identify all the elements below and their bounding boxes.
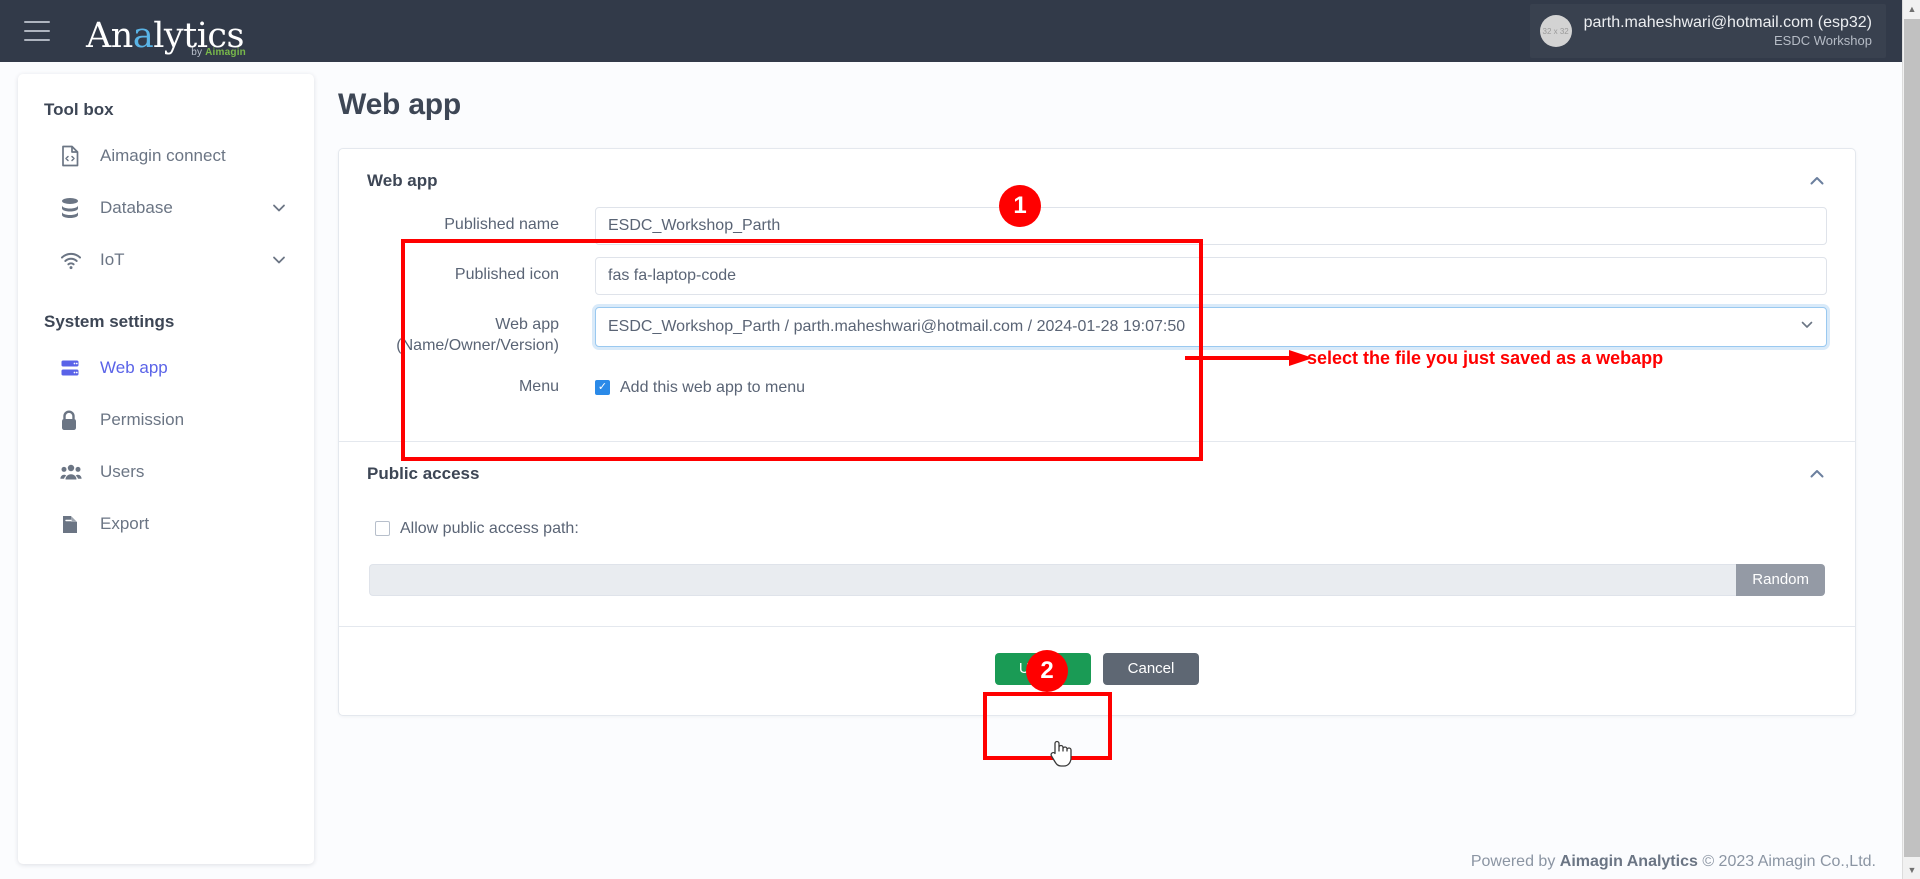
brand-prefix: An bbox=[86, 16, 133, 56]
published-name-field-wrap bbox=[595, 207, 1827, 245]
cancel-button[interactable]: Cancel bbox=[1103, 652, 1199, 685]
random-button[interactable]: Random bbox=[1736, 563, 1825, 596]
lock-icon bbox=[60, 410, 86, 431]
sidebar-item-database[interactable]: Database bbox=[18, 182, 314, 234]
allow-public-access-label[interactable]: Allow public access path: bbox=[400, 520, 579, 538]
sidebar-item-permission[interactable]: Permission bbox=[18, 394, 314, 446]
sidebar-item-label: Users bbox=[100, 462, 145, 481]
export-file-icon bbox=[60, 514, 86, 535]
app-root: Analytics by Aimagin 32 x 32 parth.mahes… bbox=[0, 0, 1920, 879]
brand-tagline: by Aimagin bbox=[191, 47, 246, 58]
sidebar-group-title: System settings bbox=[44, 312, 175, 331]
chevron-down-icon[interactable] bbox=[270, 251, 288, 269]
webapp-card: Web app Published name Published icon bbox=[338, 148, 1856, 716]
footer: Powered by Aimagin Analytics © 2023 Aima… bbox=[1471, 853, 1876, 871]
webapp-select-label-line1: Web app bbox=[495, 316, 559, 333]
add-to-menu-checkbox[interactable]: ✓ bbox=[595, 380, 610, 396]
menu-checkbox-row: ✓ Add this web app to menu bbox=[595, 369, 1827, 407]
database-icon bbox=[60, 197, 86, 219]
webapp-select-field-wrap: ESDC_Workshop_Parth / parth.maheshwari@h… bbox=[595, 307, 1827, 347]
user-account-chip[interactable]: 32 x 32 parth.maheshwari@hotmail.com (es… bbox=[1529, 4, 1886, 58]
public-access-panel-header: Public access bbox=[339, 442, 1855, 494]
public-path-row: Random bbox=[369, 563, 1825, 596]
webapp-select-label-line2: (Name/Owner/Version) bbox=[396, 336, 559, 354]
brand-highlight: a bbox=[132, 16, 154, 56]
form-actions: Update Cancel bbox=[339, 627, 1855, 715]
sidebar-item-users[interactable]: Users bbox=[18, 446, 314, 498]
brand-logo[interactable]: Analytics by Aimagin bbox=[86, 8, 246, 59]
allow-public-access-checkbox[interactable] bbox=[375, 521, 390, 537]
scroll-up-arrow-icon[interactable]: ▲ bbox=[1903, 0, 1920, 18]
avatar: 32 x 32 bbox=[1539, 15, 1572, 47]
sidebar-item-label: IoT bbox=[100, 250, 125, 269]
add-to-menu-label[interactable]: Add this web app to menu bbox=[620, 379, 805, 397]
brand-tagline-name: Aimagin bbox=[205, 47, 246, 58]
main-content: Web app Web app Published name ESDC_Work… bbox=[330, 62, 1892, 879]
annotation-badge-2: 2 bbox=[1026, 650, 1068, 692]
chevron-down-icon[interactable] bbox=[270, 199, 288, 217]
public-access-panel-body: Allow public access path: Random bbox=[339, 494, 1855, 626]
menu-label: Menu bbox=[518, 377, 559, 395]
webapp-panel-header: Web app bbox=[339, 149, 1855, 201]
published-icon-row: Published icon bbox=[367, 257, 1827, 295]
annotation-arrow-icon bbox=[1185, 350, 1313, 366]
user-info: parth.maheshwari@hotmail.com (esp32) ESD… bbox=[1584, 13, 1872, 49]
users-icon bbox=[60, 463, 86, 481]
page-title: Web app bbox=[338, 88, 462, 121]
sidebar-item-aimagin-connect[interactable]: Aimagin connect bbox=[18, 130, 314, 182]
sidebar-item-web-app[interactable]: Web app bbox=[18, 342, 314, 394]
hamburger-icon[interactable] bbox=[24, 21, 50, 41]
sidebar-group-title: Tool box bbox=[44, 100, 114, 119]
sidebar-item-label: Web app bbox=[100, 358, 168, 377]
annotation-select-hint: select the file you just saved as a weba… bbox=[1307, 348, 1664, 368]
chevron-up-icon[interactable] bbox=[1807, 464, 1827, 484]
chevron-up-icon[interactable] bbox=[1807, 171, 1827, 191]
webapp-panel-body: Published name Published icon Web bbox=[339, 201, 1855, 441]
webapp-select[interactable]: ESDC_Workshop_Parth / parth.maheshwari@h… bbox=[595, 307, 1827, 347]
allow-public-access-row: Allow public access path: bbox=[375, 520, 1827, 538]
user-email: parth.maheshwari@hotmail.com (esp32) bbox=[1583, 13, 1872, 31]
webapp-select-label: Web app (Name/Owner/Version) bbox=[367, 307, 595, 357]
webapp-select-value: ESDC_Workshop_Parth / parth.maheshwari@h… bbox=[608, 318, 1186, 335]
annotation-badge-1: 1 bbox=[999, 185, 1041, 227]
top-navigation-bar: Analytics by Aimagin 32 x 32 parth.mahes… bbox=[0, 0, 1920, 62]
published-name-input[interactable] bbox=[595, 207, 1827, 245]
footer-suffix: © 2023 Aimagin Co.,Ltd. bbox=[1697, 853, 1876, 870]
footer-brand: Aimagin Analytics bbox=[1559, 853, 1698, 870]
menu-field-wrap: ✓ Add this web app to menu bbox=[595, 369, 1827, 407]
published-name-row: Published name bbox=[367, 207, 1827, 245]
scroll-down-arrow-icon[interactable]: ▼ bbox=[1903, 861, 1920, 879]
avatar-placeholder-text: 32 x 32 bbox=[1542, 26, 1569, 36]
file-code-icon bbox=[60, 145, 86, 167]
public-access-panel-title: Public access bbox=[367, 463, 480, 483]
sidebar-item-label: Export bbox=[100, 514, 150, 533]
published-name-label: Published name bbox=[444, 216, 559, 233]
sidebar-item-label: Permission bbox=[100, 410, 185, 429]
published-icon-field-wrap bbox=[595, 257, 1827, 295]
scrollbar-thumb[interactable] bbox=[1904, 19, 1920, 857]
sidebar-item-iot[interactable]: IoT bbox=[18, 234, 314, 286]
wifi-icon bbox=[60, 250, 86, 270]
public-access-panel: Public access Allow public access path: … bbox=[339, 442, 1855, 626]
footer-prefix: Powered by bbox=[1470, 853, 1560, 870]
user-organization: ESDC Workshop bbox=[1773, 32, 1872, 48]
sidebar-item-label: Aimagin connect bbox=[100, 146, 226, 165]
published-icon-input[interactable] bbox=[595, 257, 1827, 295]
public-path-input bbox=[369, 563, 1737, 596]
check-icon: ✓ bbox=[597, 381, 608, 394]
sidebar-item-label: Database bbox=[100, 198, 173, 217]
sidebar-item-export[interactable]: Export bbox=[18, 498, 314, 550]
webapp-panel-title: Web app bbox=[367, 171, 438, 190]
sidebar: Tool box Aimagin connect Database IoT System… bbox=[18, 74, 314, 864]
webapp-panel: Web app Published name Published icon bbox=[339, 149, 1855, 441]
published-icon-label: Published icon bbox=[454, 266, 559, 283]
vertical-scrollbar[interactable]: ▲ ▼ bbox=[1902, 0, 1920, 879]
brand-tagline-by: by bbox=[191, 47, 206, 58]
server-icon bbox=[60, 358, 86, 378]
menu-row: Menu ✓ Add this web app to menu bbox=[367, 369, 1827, 407]
